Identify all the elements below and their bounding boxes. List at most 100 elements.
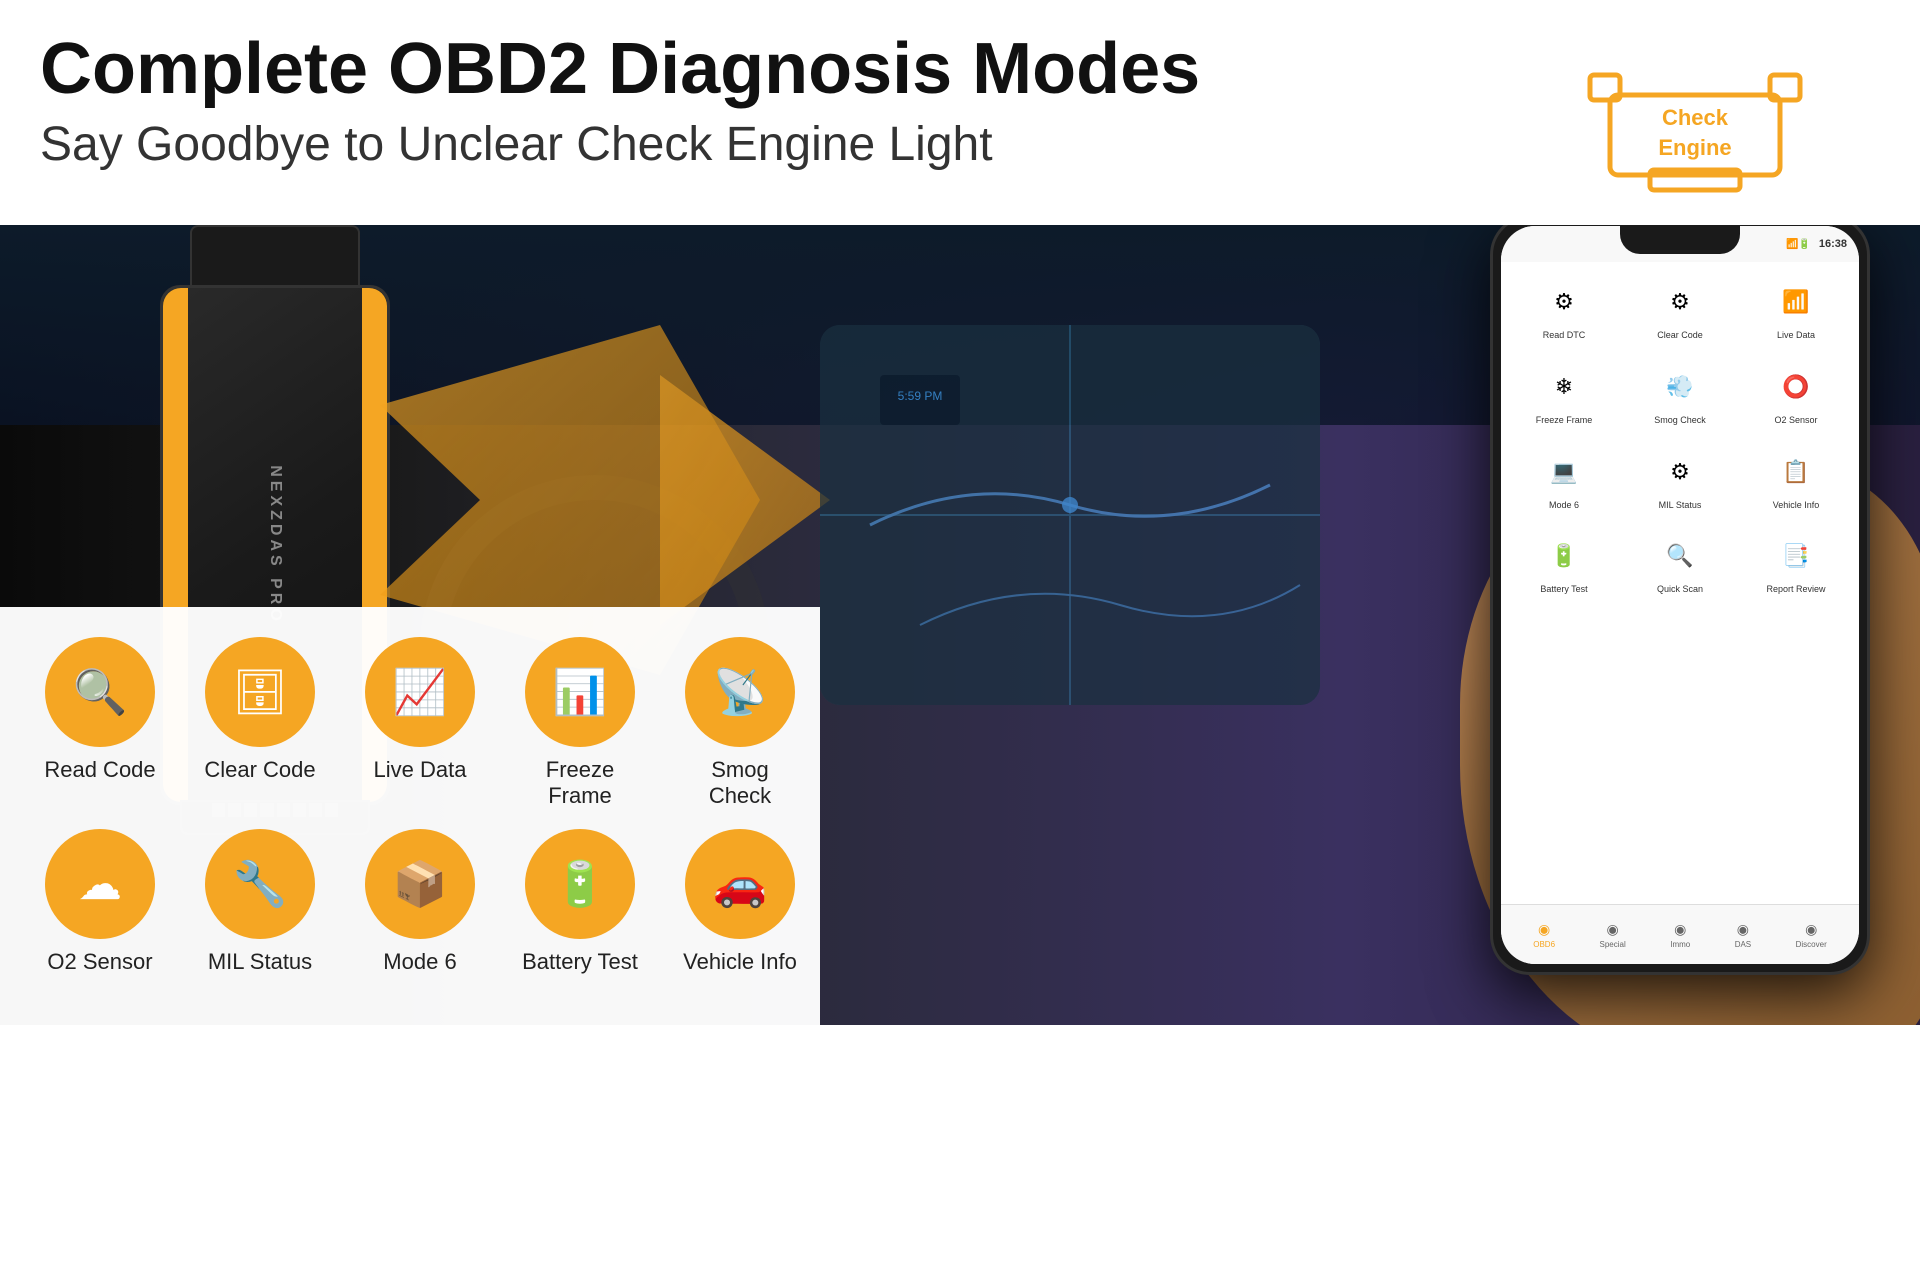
live-data-label: Live Data [374, 757, 467, 783]
app-icon: ⚙ [1656, 448, 1704, 496]
app-icon: ⚙ [1656, 278, 1704, 326]
clear-code-icon: 🗄 [205, 637, 315, 747]
icon-item-clear-code: 🗄 Clear Code [200, 637, 320, 783]
nav-label: Special [1600, 940, 1626, 949]
phone-app-o2-sensor[interactable]: ⭕ O2 Sensor [1741, 355, 1851, 434]
nav-label: Immo [1670, 940, 1690, 949]
smog-check-label: Smog Check [680, 757, 800, 809]
phone-nav-immo[interactable]: ◉ Immo [1670, 921, 1690, 949]
phone-app-report-review[interactable]: 📑 Report Review [1741, 524, 1851, 603]
app-label: Live Data [1777, 330, 1815, 341]
nav-icon: ◉ [1607, 921, 1619, 938]
phone-app-freeze-frame[interactable]: ❄ Freeze Frame [1509, 355, 1619, 434]
phone-device: 📶🔋 16:38 ⚙ Read DTC ⚙ Clear Code 📶 Live … [1490, 225, 1870, 975]
phone-notch [1620, 226, 1740, 254]
mode-6-label: Mode 6 [383, 949, 456, 975]
live-data-icon: 📈 [365, 637, 475, 747]
app-label: Smog Check [1654, 415, 1706, 426]
phone-app-battery-test[interactable]: 🔋 Battery Test [1509, 524, 1619, 603]
icon-item-vehicle-info: 🚗 Vehicle Info [680, 829, 800, 975]
icon-item-mode-6: 📦 Mode 6 [360, 829, 480, 975]
nav-label: DAS [1735, 940, 1751, 949]
nav-icon: ◉ [1674, 921, 1686, 938]
bottom-section: 🔍 Read Code 🗄 Clear Code 📈 Live Data 📊 F… [0, 607, 820, 1025]
check-engine-badge: Check Engine [1580, 60, 1820, 205]
nav-icon: ◉ [1805, 921, 1817, 938]
main-visual: NEXZDAS PRO [0, 225, 1920, 1025]
phone-app-quick-scan[interactable]: 🔍 Quick Scan [1625, 524, 1735, 603]
phone-wrapper: 📶🔋 16:38 ⚙ Read DTC ⚙ Clear Code 📶 Live … [1340, 225, 1920, 1025]
icon-item-battery-test: 🔋 Battery Test [520, 829, 640, 975]
phone-app-read-dtc[interactable]: ⚙ Read DTC [1509, 270, 1619, 349]
app-label: O2 Sensor [1774, 415, 1817, 426]
phone-nav-obd6[interactable]: ◉ OBD6 [1533, 921, 1555, 949]
app-label: Quick Scan [1657, 584, 1703, 595]
svg-text:Check: Check [1662, 105, 1729, 130]
app-label: Report Review [1766, 584, 1825, 595]
read-code-icon: 🔍 [45, 637, 155, 747]
phone-status-icons: 📶🔋 [1786, 239, 1811, 250]
svg-text:Engine: Engine [1658, 135, 1731, 160]
icon-item-mil-status: 🔧 MIL Status [200, 829, 320, 975]
app-icon: ⭕ [1772, 363, 1820, 411]
engine-icon: Check Engine [1580, 60, 1820, 200]
mil-status-icon: 🔧 [205, 829, 315, 939]
icon-item-freeze-frame: 📊 Freeze Frame [520, 637, 640, 809]
obd-brand-text: NEXZDAS PRO [266, 465, 284, 625]
phone-time: 16:38 [1819, 238, 1847, 250]
app-icon: 📋 [1772, 448, 1820, 496]
mil-status-label: MIL Status [208, 949, 312, 975]
app-icon: 💻 [1540, 448, 1588, 496]
battery-test-label: Battery Test [522, 949, 638, 975]
icons-row-1: 🔍 Read Code 🗄 Clear Code 📈 Live Data 📊 F… [40, 637, 780, 809]
app-icon: ❄ [1540, 363, 1588, 411]
phone-nav-special[interactable]: ◉ Special [1600, 921, 1626, 949]
app-label: Freeze Frame [1536, 415, 1593, 426]
vehicle-info-icon: 🚗 [685, 829, 795, 939]
phone-app-grid: ⚙ Read DTC ⚙ Clear Code 📶 Live Data ❄ Fr… [1501, 262, 1859, 611]
phone-app-smog-check[interactable]: 💨 Smog Check [1625, 355, 1735, 434]
header-section: Complete OBD2 Diagnosis Modes Say Goodby… [0, 0, 1920, 225]
app-label: Mode 6 [1549, 500, 1579, 511]
phone-nav-discover[interactable]: ◉ Discover [1796, 921, 1827, 949]
app-label: MIL Status [1659, 500, 1702, 511]
vehicle-info-label: Vehicle Info [683, 949, 797, 975]
phone-screen: 📶🔋 16:38 ⚙ Read DTC ⚙ Clear Code 📶 Live … [1501, 226, 1859, 964]
page-subtitle: Say Goodbye to Unclear Check Engine Ligh… [40, 117, 1580, 172]
icon-item-o2-sensor: ☁ O2 Sensor [40, 829, 160, 975]
nav-label: OBD6 [1533, 940, 1555, 949]
icon-item-read-code: 🔍 Read Code [40, 637, 160, 783]
icons-row-2: ☁ O2 Sensor 🔧 MIL Status 📦 Mode 6 🔋 Batt… [40, 829, 780, 975]
clear-code-label: Clear Code [204, 757, 315, 783]
phone-bottom-nav: ◉ OBD6 ◉ Special ◉ Immo ◉ DAS ◉ Discover [1501, 904, 1859, 964]
o2-sensor-icon: ☁ [45, 829, 155, 939]
phone-app-mode-6[interactable]: 💻 Mode 6 [1509, 440, 1619, 519]
nav-icon: ◉ [1737, 921, 1749, 938]
nav-icon: ◉ [1538, 921, 1550, 938]
phone-app-mil-status[interactable]: ⚙ MIL Status [1625, 440, 1735, 519]
icon-item-live-data: 📈 Live Data [360, 637, 480, 783]
app-icon: 🔍 [1656, 532, 1704, 580]
o2-sensor-label: O2 Sensor [47, 949, 152, 975]
mode-6-icon: 📦 [365, 829, 475, 939]
phone-app-vehicle-info[interactable]: 📋 Vehicle Info [1741, 440, 1851, 519]
phone-app-live-data[interactable]: 📶 Live Data [1741, 270, 1851, 349]
icon-item-smog-check: 📡 Smog Check [680, 637, 800, 809]
app-icon: 📶 [1772, 278, 1820, 326]
freeze-frame-icon: 📊 [525, 637, 635, 747]
page-title: Complete OBD2 Diagnosis Modes [40, 30, 1580, 109]
app-icon: ⚙ [1540, 278, 1588, 326]
app-label: Vehicle Info [1773, 500, 1820, 511]
svg-text:5:59 PM: 5:59 PM [898, 389, 943, 403]
app-label: Battery Test [1540, 584, 1587, 595]
dashboard-screen: 5:59 PM [820, 325, 1320, 705]
read-code-label: Read Code [44, 757, 155, 783]
header-text: Complete OBD2 Diagnosis Modes Say Goodby… [40, 30, 1580, 172]
phone-app-clear-code[interactable]: ⚙ Clear Code [1625, 270, 1735, 349]
dashboard-map: 5:59 PM [820, 325, 1320, 705]
nav-label: Discover [1796, 940, 1827, 949]
phone-nav-das[interactable]: ◉ DAS [1735, 921, 1751, 949]
app-label: Read DTC [1543, 330, 1586, 341]
smog-check-icon: 📡 [685, 637, 795, 747]
app-icon: 📑 [1772, 532, 1820, 580]
